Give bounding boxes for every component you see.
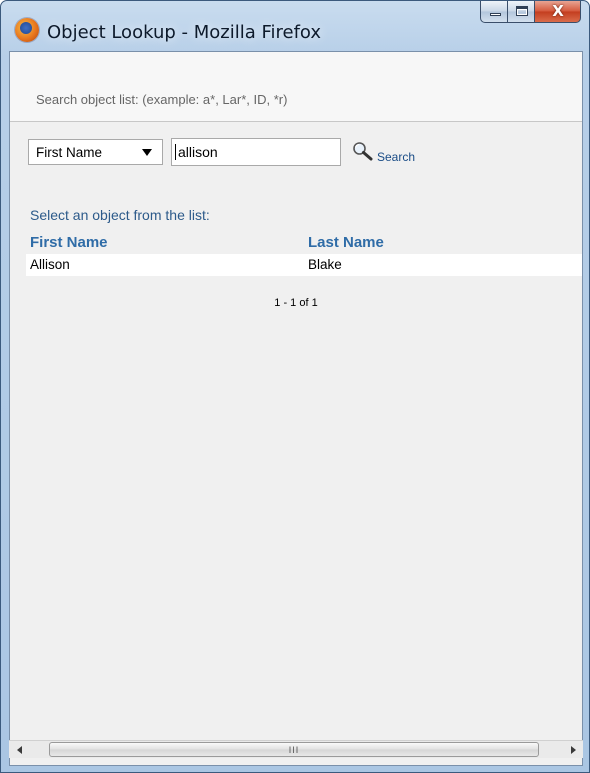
browser-window: Object Lookup - Mozilla Firefox X Search… xyxy=(0,0,590,773)
search-field-select-value: First Name xyxy=(36,145,103,160)
arrow-left-icon xyxy=(17,746,22,754)
maximize-button[interactable] xyxy=(508,1,535,23)
results-table: First Name Last Name Allison Blake xyxy=(26,234,582,276)
minimize-icon xyxy=(490,13,501,16)
arrow-right-icon xyxy=(571,746,576,754)
title-bar[interactable]: Object Lookup - Mozilla Firefox X xyxy=(1,1,589,51)
table-row[interactable]: Allison Blake xyxy=(26,254,582,276)
search-icon[interactable] xyxy=(352,141,374,161)
window-title: Object Lookup - Mozilla Firefox xyxy=(47,22,322,43)
window-controls: X xyxy=(480,1,581,31)
search-hint-text: Search object list: (example: a*, Lar*, … xyxy=(36,92,288,107)
firefox-logo-icon xyxy=(15,18,39,42)
search-field-select[interactable]: First Name xyxy=(28,139,163,165)
cell-first-name[interactable]: Allison xyxy=(30,257,70,272)
cell-last-name: Blake xyxy=(308,257,342,272)
scroll-right-button[interactable] xyxy=(564,741,581,758)
pagination-status: 1 - 1 of 1 xyxy=(274,297,318,309)
page-content: Search object list: (example: a*, Lar*, … xyxy=(9,51,583,766)
scroll-left-button[interactable] xyxy=(11,741,28,758)
minimize-button[interactable] xyxy=(480,1,508,23)
column-header-last-name[interactable]: Last Name xyxy=(308,234,384,251)
column-header-first-name[interactable]: First Name xyxy=(30,234,108,251)
search-button[interactable]: Search xyxy=(377,150,415,164)
horizontal-scrollbar[interactable]: III xyxy=(9,740,583,758)
search-hint-bar: Search object list: (example: a*, Lar*, … xyxy=(10,52,582,122)
scrollbar-thumb[interactable]: III xyxy=(49,742,539,757)
table-header: First Name Last Name xyxy=(26,234,582,254)
close-icon: X xyxy=(552,2,564,20)
text-caret xyxy=(175,144,176,160)
maximize-icon xyxy=(516,6,528,16)
results-prompt: Select an object from the list: xyxy=(30,207,210,223)
search-input[interactable] xyxy=(171,138,341,166)
chevron-down-icon xyxy=(142,149,152,156)
search-form: First Name Search xyxy=(28,138,568,166)
scrollbar-grip: III xyxy=(288,745,300,755)
close-button[interactable]: X xyxy=(535,1,581,23)
